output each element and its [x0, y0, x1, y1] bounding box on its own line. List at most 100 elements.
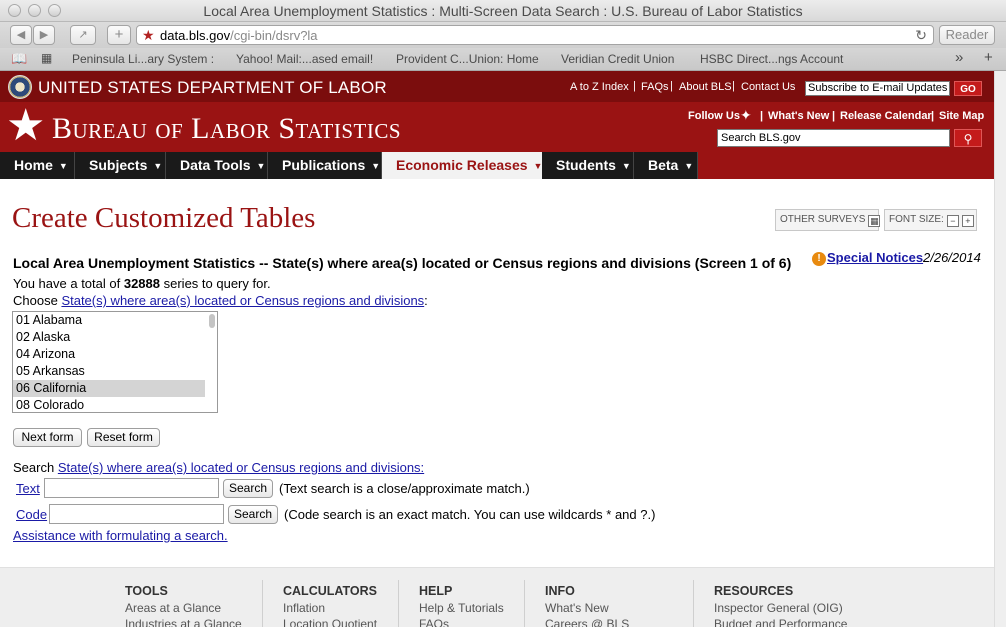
url-text: data.bls.gov/cgi-bin/dsrv?la — [160, 28, 318, 43]
forward-icon[interactable]: ▶ — [33, 25, 55, 45]
reset-form-button[interactable]: Reset form — [87, 428, 160, 447]
bookmark-item[interactable]: Veridian Credit Union — [561, 52, 674, 66]
release-calendar-link[interactable]: Release Calendar — [840, 110, 932, 122]
nav-economic-releases[interactable]: Economic Releases ▼ — [382, 152, 542, 179]
footer-link[interactable]: Help & Tutorials — [419, 600, 504, 616]
text-search-input[interactable] — [44, 478, 219, 498]
a-to-z-link[interactable]: A to Z Index — [570, 81, 629, 93]
footer-link[interactable]: Careers @ BLS — [545, 616, 629, 627]
total-prefix: You have a total of — [13, 276, 121, 291]
surveys-icon: ▦ — [868, 215, 881, 227]
back-icon[interactable]: ◀ — [10, 25, 32, 45]
assistance-link[interactable]: Assistance with formulating a search. — [13, 528, 228, 543]
faqs-link[interactable]: FAQs — [641, 81, 669, 93]
site-map-link[interactable]: Site Map — [939, 110, 984, 122]
url-bar[interactable]: ★ data.bls.gov/cgi-bin/dsrv?la ↻ — [136, 25, 934, 45]
footer-link[interactable]: Location Quotient — [283, 616, 377, 627]
total-count: 32888 — [123, 276, 160, 291]
footer-col-help: HELP Help & Tutorials FAQs — [419, 584, 504, 627]
special-notices-link[interactable]: Special Notices — [827, 250, 923, 265]
total-suffix: series to query for. — [163, 276, 271, 291]
divider: | — [760, 110, 764, 122]
nav-home[interactable]: Home ▼ — [0, 152, 75, 179]
footer-link[interactable]: Inflation — [283, 600, 377, 616]
top-sites-icon[interactable]: ▦ — [41, 51, 52, 65]
url-host: data.bls.gov — [160, 28, 231, 43]
dol-title[interactable]: UNITED STATES DEPARTMENT OF LABOR — [38, 78, 387, 98]
window-titlebar: Local Area Unemployment Statistics : Mul… — [0, 0, 1006, 22]
list-option-selected[interactable]: 06 California — [13, 380, 205, 397]
contact-us-link[interactable]: Contact Us — [741, 81, 795, 93]
chevron-down-icon: ▼ — [621, 161, 631, 171]
bls-search-button[interactable]: ⚲ — [954, 129, 982, 147]
next-form-button[interactable]: Next form — [13, 428, 82, 447]
nav-students[interactable]: Students ▼ — [542, 152, 634, 179]
nav-label: Data Tools — [180, 157, 251, 173]
text-link-label[interactable]: Text — [16, 481, 40, 496]
nav-publications[interactable]: Publications ▼ — [268, 152, 382, 179]
bookmark-item[interactable]: Yahoo! Mail:...ased email! — [236, 52, 373, 66]
code-link-label[interactable]: Code — [16, 507, 47, 522]
state-select-list[interactable]: 01 Alabama 02 Alaska 04 Arizona 05 Arkan… — [12, 311, 218, 413]
footer-heading: HELP — [419, 584, 453, 598]
nav-subjects[interactable]: Subjects ▼ — [75, 152, 166, 179]
code-search-button[interactable]: Search — [228, 505, 278, 524]
whats-new-link[interactable]: What's New — [768, 110, 829, 122]
page-scrollbar[interactable] — [994, 71, 1006, 627]
list-option[interactable]: 08 Colorado — [13, 397, 205, 412]
footer-col-calculators: CALCULATORS Inflation Location Quotient — [283, 584, 377, 627]
text-search-button[interactable]: Search — [223, 479, 273, 498]
reload-icon[interactable]: ↻ — [915, 27, 927, 44]
bookmark-item[interactable]: HSBC Direct...ngs Account — [700, 52, 843, 66]
choose-colon: : — [424, 293, 428, 308]
font-decrease-icon[interactable]: − — [946, 215, 959, 227]
search-line: Search State(s) where area(s) located or… — [13, 460, 424, 475]
search-help-link[interactable]: State(s) where area(s) located or Census… — [58, 460, 424, 475]
footer-link[interactable]: Areas at a Glance — [125, 600, 242, 616]
chevron-down-icon: ▼ — [256, 161, 266, 171]
share-icon[interactable]: ↗ — [70, 25, 96, 45]
footer-heading: TOOLS — [125, 584, 168, 598]
bookmark-item[interactable]: Provident C...Union: Home — [396, 52, 539, 66]
twitter-bird-icon[interactable]: ✦ — [740, 107, 752, 124]
more-bookmarks-icon[interactable]: » — [955, 49, 963, 66]
nav-label: Publications — [282, 157, 366, 173]
bls-title[interactable]: Bureau of Labor Statistics — [52, 114, 401, 144]
add-tab-icon[interactable]: + — [984, 49, 993, 66]
list-option[interactable]: 01 Alabama — [13, 312, 205, 329]
font-increase-icon[interactable]: + — [961, 215, 974, 227]
text-link[interactable]: Text — [16, 481, 40, 496]
follow-us-link[interactable]: Follow Us — [688, 110, 740, 122]
subscribe-email-input[interactable]: Subscribe to E-mail Updates — [805, 81, 950, 96]
code-link[interactable]: Code — [16, 507, 47, 522]
dol-seal-icon[interactable] — [8, 75, 32, 99]
list-option[interactable]: 05 Arkansas — [13, 363, 205, 380]
reading-list-icon[interactable]: 📖 — [11, 51, 27, 67]
about-bls-link[interactable]: About BLS — [679, 81, 732, 93]
list-option[interactable]: 02 Alaska — [13, 329, 205, 346]
choose-help-link[interactable]: State(s) where area(s) located or Census… — [61, 293, 424, 308]
bls-star-icon[interactable]: ★ — [6, 104, 45, 148]
list-option[interactable]: 04 Arizona — [13, 346, 205, 363]
subscribe-go-button[interactable]: GO — [954, 81, 982, 96]
nav-data-tools[interactable]: Data Tools ▼ — [166, 152, 268, 179]
code-search-note: (Code search is an exact match. You can … — [284, 507, 656, 522]
footer-link[interactable]: FAQs — [419, 616, 504, 627]
footer-link[interactable]: What's New — [545, 600, 629, 616]
reader-button[interactable]: Reader — [939, 25, 995, 45]
bls-search-input[interactable]: Search BLS.gov — [717, 129, 950, 147]
footer-col-info: INFO What's New Careers @ BLS — [545, 584, 629, 627]
footer-link[interactable]: Inspector General (OIG) — [714, 600, 847, 616]
new-tab-icon[interactable]: + — [107, 25, 131, 45]
assistance-line: Assistance with formulating a search. — [13, 528, 228, 543]
other-surveys-button[interactable]: OTHER SURVEYS ▦ — [775, 209, 881, 231]
code-search-input[interactable] — [49, 504, 224, 524]
list-scrollbar-thumb[interactable] — [209, 314, 215, 328]
url-path: /cgi-bin/dsrv?la — [230, 28, 318, 43]
footer-link[interactable]: Budget and Performance — [714, 616, 847, 627]
divider: | — [670, 80, 673, 92]
bookmark-item[interactable]: Peninsula Li...ary System : — [72, 52, 214, 66]
footer-link[interactable]: Industries at a Glance — [125, 616, 242, 627]
nav-beta[interactable]: Beta ▼ — [634, 152, 698, 179]
series-total: You have a total of 32888 series to quer… — [13, 276, 271, 291]
